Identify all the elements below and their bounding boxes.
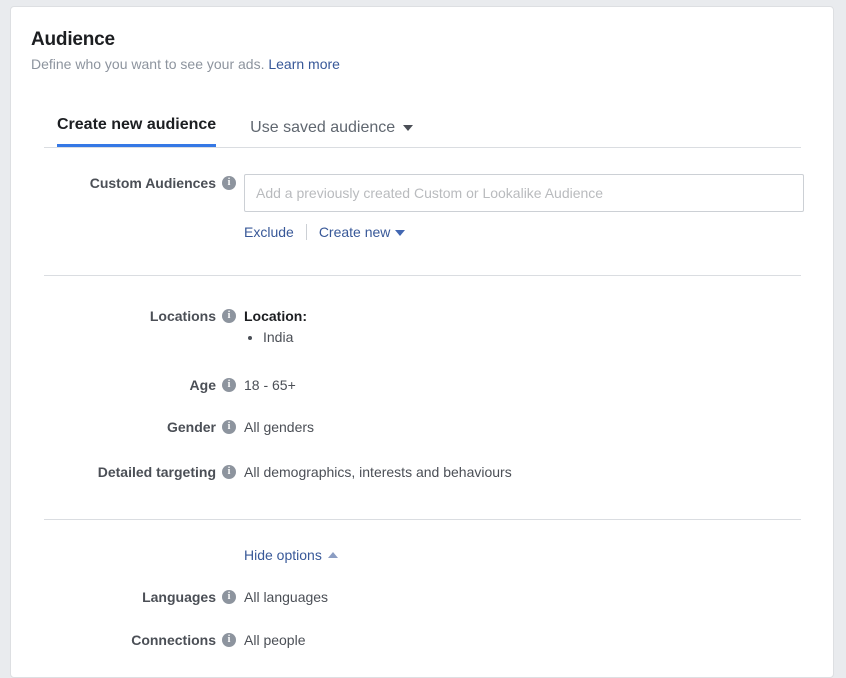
- custom-audiences-label-text: Custom Audiences: [89, 175, 216, 191]
- create-new-link-label: Create new: [318, 224, 391, 240]
- audience-tabs: Create new audience Use saved audience: [31, 115, 811, 147]
- tab-create-new-audience[interactable]: Create new audience: [57, 116, 217, 147]
- gender-label-text: Gender: [166, 419, 216, 435]
- languages-label-text: Languages: [142, 589, 216, 605]
- tab-use-saved-audience-label: Use saved audience: [250, 119, 396, 136]
- custom-audiences-row: Custom Audiences i Exclude Create new: [31, 174, 811, 241]
- targeting-section: Locations i Location: India Age i 18 - 6…: [31, 307, 811, 481]
- options-divider: [44, 519, 801, 520]
- custom-audiences-divider: [44, 275, 801, 276]
- locations-value-title: Location:: [244, 308, 307, 324]
- learn-more-link[interactable]: Learn more: [268, 56, 340, 72]
- age-label-text: Age: [189, 377, 216, 393]
- connections-row: Connections i All people: [31, 631, 811, 649]
- info-icon[interactable]: i: [222, 590, 236, 604]
- info-icon[interactable]: i: [222, 309, 236, 323]
- caret-down-icon: [395, 230, 406, 236]
- gender-row: Gender i All genders: [31, 418, 811, 436]
- chevron-down-icon: [403, 125, 414, 131]
- connections-label-text: Connections: [131, 632, 216, 648]
- info-icon[interactable]: i: [222, 420, 236, 434]
- locations-value[interactable]: Location: India: [243, 307, 811, 347]
- age-row: Age i 18 - 65+: [31, 376, 811, 394]
- custom-audiences-input[interactable]: [244, 174, 804, 212]
- hide-options-toggle[interactable]: Hide options: [243, 546, 811, 564]
- custom-audiences-label: Custom Audiences i: [31, 174, 243, 192]
- exclude-link[interactable]: Exclude: [244, 223, 294, 241]
- tab-use-saved-audience[interactable]: Use saved audience: [250, 119, 414, 147]
- detailed-targeting-row: Detailed targeting i All demographics, i…: [31, 463, 811, 481]
- locations-list: India: [244, 327, 811, 347]
- advanced-options-section: Hide options Languages i All languages C…: [31, 546, 811, 649]
- custom-audiences-value: Exclude Create new: [243, 174, 811, 241]
- age-value[interactable]: 18 - 65+: [243, 376, 811, 394]
- gender-value[interactable]: All genders: [243, 418, 811, 436]
- caret-up-icon: [327, 552, 338, 558]
- info-icon[interactable]: i: [222, 176, 236, 190]
- detailed-targeting-value[interactable]: All demographics, interests and behaviou…: [243, 463, 811, 481]
- gender-label: Gender i: [31, 418, 243, 436]
- age-label: Age i: [31, 376, 243, 394]
- locations-label-text: Locations: [149, 308, 216, 324]
- detailed-targeting-label-text: Detailed targeting: [97, 464, 216, 480]
- custom-audiences-links: Exclude Create new: [244, 223, 811, 241]
- connections-label: Connections i: [31, 631, 243, 649]
- locations-label: Locations i: [31, 307, 243, 325]
- connections-value[interactable]: All people: [243, 631, 811, 649]
- page-subtitle: Define who you want to see your ads. Lea…: [31, 55, 811, 73]
- info-icon[interactable]: i: [222, 378, 236, 392]
- info-icon[interactable]: i: [222, 465, 236, 479]
- create-new-link[interactable]: Create new: [319, 223, 406, 241]
- languages-label: Languages i: [31, 588, 243, 606]
- hide-options-label: Hide options: [244, 547, 322, 563]
- page-title: Audience: [31, 29, 115, 50]
- languages-row: Languages i All languages: [31, 588, 811, 606]
- info-icon[interactable]: i: [222, 633, 236, 647]
- page-subtitle-text: Define who you want to see your ads.: [31, 56, 265, 72]
- detailed-targeting-label: Detailed targeting i: [31, 463, 243, 481]
- custom-audiences-section: Custom Audiences i Exclude Create new: [31, 174, 811, 241]
- languages-value[interactable]: All languages: [243, 588, 811, 606]
- link-divider: [305, 224, 307, 240]
- audience-card: Audience Define who you want to see your…: [10, 6, 834, 678]
- tabs-divider: [44, 147, 801, 148]
- page-header: Audience Define who you want to see your…: [31, 29, 811, 73]
- list-item: India: [263, 327, 811, 347]
- hide-options-row: Hide options: [31, 546, 811, 564]
- tab-create-new-audience-label: Create new audience: [57, 116, 217, 133]
- locations-row: Locations i Location: India: [31, 307, 811, 347]
